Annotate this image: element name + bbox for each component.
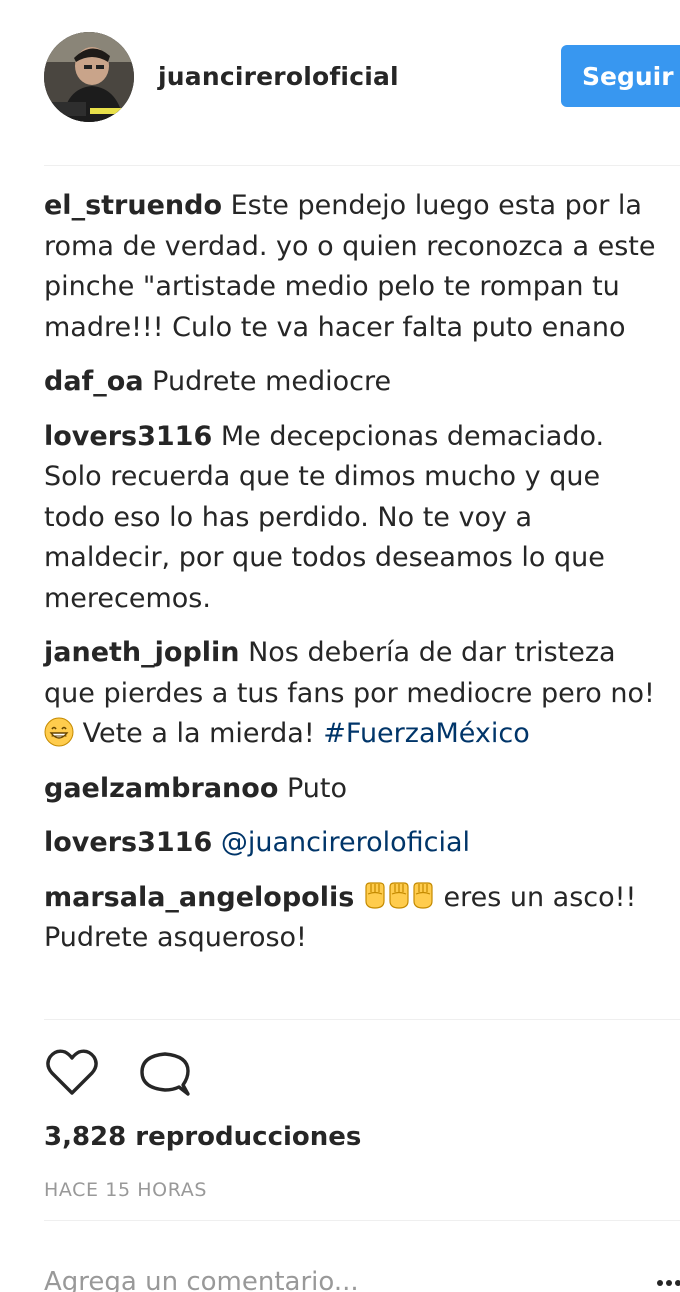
raised-fist-icon [413, 881, 433, 909]
comment-author[interactable]: daf_oa [44, 366, 144, 397]
view-count[interactable]: 3,828 reproducciones [44, 1117, 361, 1157]
comment-author[interactable]: el_struendo [44, 190, 222, 221]
comment-author[interactable]: gaelzambranoo [44, 773, 278, 804]
follow-button[interactable]: Seguir [561, 45, 680, 107]
post-actions [44, 1045, 344, 1101]
comment-author[interactable]: lovers3116 [44, 421, 212, 452]
comment: lovers3116 Me decepcionas demaciado. Sol… [44, 417, 664, 620]
comment: marsala_angelopolis eres un asco!! Pudre… [44, 878, 664, 959]
like-button[interactable] [44, 1045, 100, 1101]
post-header: juancireroloficial Seguir [0, 0, 680, 165]
fist-emoji-group [363, 881, 435, 913]
heart-icon [46, 1049, 98, 1095]
actions-divider [44, 1019, 680, 1020]
speech-bubble-icon [140, 1052, 190, 1096]
comment-author[interactable]: marsala_angelopolis [44, 882, 354, 913]
raised-fist-icon [389, 881, 409, 909]
grinning-face-icon [44, 717, 74, 747]
username-link[interactable]: juancireroloficial [158, 60, 399, 94]
avatar[interactable] [44, 32, 134, 122]
comment-button[interactable] [136, 1045, 192, 1101]
comment-input-divider [44, 1220, 680, 1221]
avatar-photo-icon [44, 32, 134, 122]
comment: gaelzambranoo Puto [44, 769, 664, 810]
comment-author[interactable]: lovers3116 [44, 827, 212, 858]
post-timestamp[interactable]: HACE 15 HORAS [44, 1178, 207, 1202]
comment-text: Puto [286, 772, 347, 804]
comment-author[interactable]: janeth_joplin [44, 637, 240, 668]
comment: daf_oa Pudrete mediocre [44, 362, 664, 403]
more-options-button[interactable] [654, 1268, 680, 1292]
ellipsis-icon [657, 1280, 680, 1286]
comment-list: el_struendo Este pendejo luego esta por … [44, 186, 664, 959]
raised-fist-icon [365, 881, 385, 909]
hashtag-link[interactable]: #FuerzaMéxico [323, 718, 530, 749]
comment: lovers3116 @juancireroloficial [44, 823, 664, 864]
header-divider [44, 165, 680, 166]
add-comment-input[interactable] [44, 1258, 624, 1292]
comment-text: Vete a la mierda! [82, 718, 315, 749]
comment: janeth_joplin Nos debería de dar tristez… [44, 633, 664, 755]
comment-text: Pudrete mediocre [152, 366, 392, 397]
comment: el_struendo Este pendejo luego esta por … [44, 186, 664, 348]
mention-link[interactable]: @juancireroloficial [221, 827, 470, 858]
instagram-post-panel: juancireroloficial Seguir el_struendo Es… [0, 0, 680, 1292]
